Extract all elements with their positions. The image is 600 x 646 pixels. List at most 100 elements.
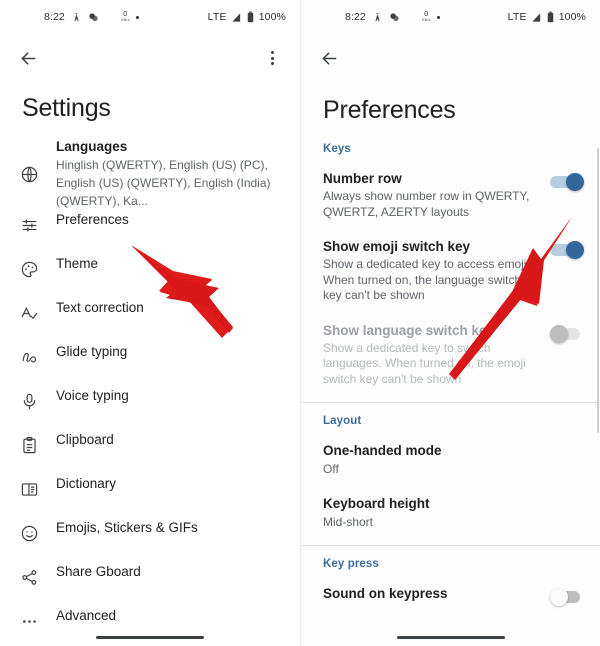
- palette-icon: [16, 256, 42, 282]
- crescent-moon-icon: [406, 12, 416, 22]
- sidebar-item-theme[interactable]: Theme: [0, 254, 300, 298]
- pref-row-keyboard-height[interactable]: Keyboard height Mid-short: [301, 486, 600, 539]
- apps-overlap-icon: [389, 12, 400, 23]
- share-icon: [16, 564, 42, 590]
- network-speed-unit: KB/s: [421, 17, 431, 23]
- toggle-knob: [566, 241, 584, 259]
- microphone-icon: [16, 388, 42, 414]
- pref-value: Off: [323, 462, 339, 476]
- battery-icon: [546, 11, 555, 23]
- sidebar-item-label: Glide typing: [56, 344, 128, 359]
- status-time: 8:22: [345, 11, 366, 23]
- sidebar-item-clipboard[interactable]: Clipboard: [0, 430, 300, 474]
- sidebar-item-text-correction[interactable]: Text correction: [0, 298, 300, 342]
- sidebar-item-label: Text correction: [56, 300, 144, 315]
- person-icon: [372, 12, 383, 23]
- back-arrow-icon[interactable]: [317, 46, 341, 70]
- pref-title: Keyboard height: [323, 496, 430, 511]
- toggle-show-emoji-switch-key[interactable]: [550, 240, 584, 260]
- page-title-settings: Settings: [22, 94, 111, 122]
- more-horizontal-icon: [16, 608, 42, 634]
- status-time: 8:22: [44, 11, 65, 23]
- pref-title: Sound on keypress: [323, 586, 448, 601]
- section-header-key-press: Key press: [323, 558, 379, 570]
- sidebar-item-label: Clipboard: [56, 432, 114, 447]
- apps-overlap-icon: [88, 12, 99, 23]
- sidebar-item-emojis-stickers-gifs[interactable]: Emojis, Stickers & GIFs: [0, 518, 300, 562]
- settings-nav-list: Languages Hinglish (QWERTY), English (US…: [0, 137, 300, 646]
- pref-desc: Show a dedicated key to access emoji. Wh…: [323, 257, 530, 302]
- section-header-keys: Keys: [323, 143, 351, 155]
- sidebar-item-label: Advanced: [56, 608, 117, 623]
- sidebar-item-label: Emojis, Stickers & GIFs: [56, 520, 198, 535]
- status-bar-left: 8:22 0 KB/s LTE 100%: [0, 0, 300, 34]
- vertical-scrollbar[interactable]: [596, 148, 599, 433]
- signal-bars-icon: [231, 12, 242, 23]
- toggle-knob: [566, 173, 584, 191]
- toggle-knob: [550, 588, 568, 606]
- sidebar-item-label: Share Gboard: [56, 564, 141, 579]
- sidebar-item-preferences[interactable]: Preferences: [0, 210, 300, 254]
- sidebar-item-label: Voice typing: [56, 388, 129, 403]
- dot-icon: [436, 15, 440, 19]
- sidebar-item-glide-typing[interactable]: Glide typing: [0, 342, 300, 386]
- dual-screenshot-container: 8:22 0 KB/s LTE 100% Settings Languages …: [0, 0, 600, 646]
- battery-percent: 100%: [558, 11, 586, 23]
- network-speed-icon: 0 KB/s: [421, 11, 431, 23]
- sidebar-item-voice-typing[interactable]: Voice typing: [0, 386, 300, 430]
- sidebar-item-dictionary[interactable]: Dictionary: [0, 474, 300, 518]
- network-speed-unit: KB/s: [120, 17, 130, 23]
- pref-row-sound-on-keypress[interactable]: Sound on keypress: [301, 576, 600, 616]
- pref-title: Show emoji switch key: [323, 239, 471, 254]
- preferences-content: Keys Number row Always show number row i…: [301, 125, 600, 616]
- toggle-sound-on-keypress[interactable]: [550, 587, 584, 607]
- more-options-icon[interactable]: [260, 46, 284, 70]
- pref-desc: Always show number row in QWERTY, QWERTZ…: [323, 189, 530, 219]
- sidebar-item-sublabel: Hinglish (QWERTY), English (US) (PC), En…: [56, 158, 271, 208]
- pref-title: One-handed mode: [323, 443, 442, 458]
- home-indicator-left: [96, 636, 204, 639]
- toggle-number-row[interactable]: [550, 172, 584, 192]
- pref-row-one-handed-mode[interactable]: One-handed mode Off: [301, 433, 600, 486]
- right-phone-screen: 8:22 0 KB/s LTE 100% Preferences Keys Nu…: [300, 0, 600, 646]
- pref-desc: Show a dedicated key to switch languages…: [323, 340, 526, 386]
- sidebar-item-label: Theme: [56, 256, 99, 271]
- book-icon: [16, 476, 42, 502]
- toggle-knob: [550, 324, 568, 343]
- pref-row-number-row[interactable]: Number row Always show number row in QWE…: [301, 161, 600, 229]
- sidebar-item-advanced[interactable]: Advanced: [0, 606, 300, 646]
- section-header-layout: Layout: [323, 415, 362, 427]
- network-speed-icon: 0 KB/s: [120, 11, 130, 23]
- status-bar-right: 8:22 0 KB/s LTE 100%: [301, 0, 600, 34]
- emoji-smiley-icon: [16, 520, 42, 546]
- clipboard-icon: [16, 432, 42, 458]
- sidebar-item-languages[interactable]: Languages Hinglish (QWERTY), English (US…: [0, 137, 300, 210]
- sidebar-item-label: Languages: [56, 139, 128, 154]
- page-title-preferences: Preferences: [323, 96, 456, 124]
- signal-bars-icon: [531, 12, 542, 23]
- home-indicator-right: [396, 636, 505, 639]
- app-bar-left: [0, 34, 300, 82]
- back-arrow-icon[interactable]: [16, 46, 40, 70]
- toggle-show-language-switch-key[interactable]: [550, 324, 584, 344]
- globe-icon: [16, 162, 42, 188]
- sidebar-item-share-gboard[interactable]: Share Gboard: [0, 562, 300, 606]
- pref-title: Show language switch key: [323, 322, 495, 338]
- network-type-label: LTE: [207, 11, 227, 23]
- app-bar-right: [301, 34, 600, 82]
- spellcheck-icon: [16, 300, 42, 326]
- sidebar-item-label: Dictionary: [56, 476, 117, 491]
- person-icon: [71, 12, 82, 23]
- sliders-icon: [16, 212, 42, 238]
- battery-percent: 100%: [258, 11, 286, 23]
- pref-title: Number row: [323, 171, 402, 186]
- left-phone-screen: 8:22 0 KB/s LTE 100% Settings Languages …: [0, 0, 300, 646]
- dot-icon: [135, 15, 139, 19]
- pref-row-show-language-switch-key[interactable]: Show language switch key Show a dedicate…: [301, 313, 600, 397]
- battery-icon: [246, 11, 255, 23]
- network-type-label: LTE: [507, 11, 527, 23]
- gesture-icon: [16, 344, 42, 370]
- pref-value: Mid-short: [323, 515, 374, 529]
- sidebar-item-label: Preferences: [56, 212, 129, 227]
- pref-row-show-emoji-switch-key[interactable]: Show emoji switch key Show a dedicated k…: [301, 229, 600, 313]
